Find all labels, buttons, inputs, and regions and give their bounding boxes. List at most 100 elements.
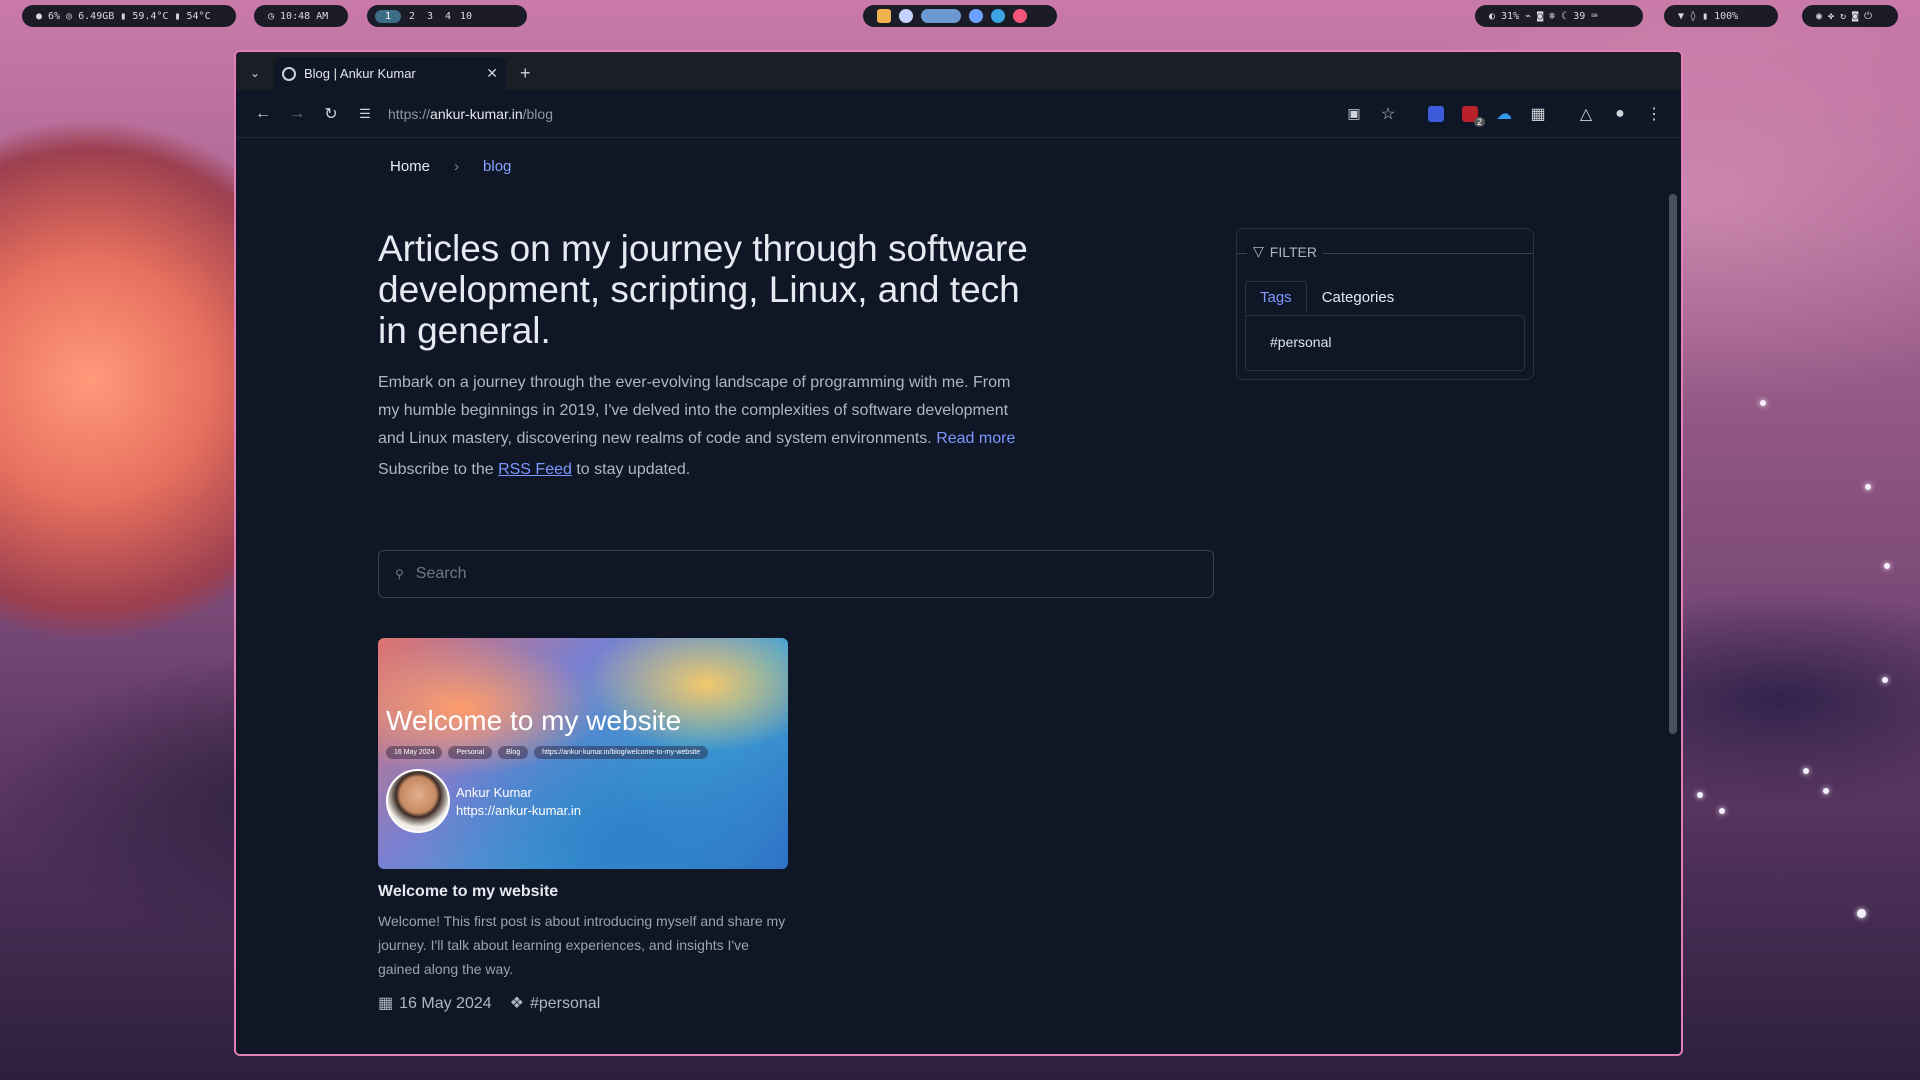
chevron-down-icon: ⌄ (249, 66, 261, 80)
workspace-4[interactable]: 4 (441, 11, 455, 22)
tab-search-button[interactable]: ⌄ (244, 58, 266, 88)
star-icon: ☆ (1380, 105, 1396, 123)
workspace-2[interactable]: 2 (405, 11, 419, 22)
wallpaper-star (1719, 808, 1725, 814)
subscribe-prefix: Subscribe to the (378, 461, 494, 478)
app-tray (863, 5, 1057, 27)
install-icon: ▣ (1347, 105, 1361, 121)
browser-tab-active[interactable]: Blog | Ankur Kumar ✕ (274, 57, 506, 90)
kebab-menu-icon: ⋮ (1646, 105, 1662, 123)
rss-feed-link[interactable]: RSS Feed (498, 461, 572, 478)
extensions-button[interactable]: ▦ (1521, 97, 1555, 131)
post-thumbnail[interactable]: Welcome to my website 16 May 2024 Person… (378, 638, 788, 869)
breadcrumb-home-link[interactable]: Home (390, 158, 430, 175)
chromium-icon[interactable] (969, 9, 983, 23)
extension-cloud[interactable]: ☁ (1487, 97, 1521, 131)
browser-window: ⌄ Blog | Ankur Kumar ✕ + ← → ↻ ☰ https:/… (234, 50, 1683, 1056)
new-tab-button[interactable]: + (520, 63, 531, 84)
power-controls[interactable]: ◉ ✤ ↻ ◙ ⏻ (1816, 11, 1872, 22)
workspace-10[interactable]: 10 (459, 11, 473, 22)
post-date: 16 May 2024 (399, 995, 492, 1012)
app-pink-icon[interactable] (1013, 9, 1027, 23)
thumbnail-author: Ankur Kumar https://ankur-kumar.in (456, 784, 581, 820)
arrow-right-icon: → (289, 104, 305, 122)
workspace-1[interactable]: 1 (375, 9, 402, 23)
wallpaper-star (1865, 484, 1871, 490)
subscribe-suffix: to stay updated. (576, 461, 691, 478)
author-name: Ankur Kumar (456, 785, 532, 800)
wallpaper-star (1857, 909, 1866, 918)
address-bar[interactable]: https://ankur-kumar.in/blog (388, 106, 1337, 122)
reload-button[interactable]: ↻ (314, 97, 348, 131)
search-icon: ⚲ (395, 567, 404, 581)
wallpaper-star (1760, 400, 1766, 406)
plus-icon: + (520, 63, 531, 83)
tab-tags[interactable]: Tags (1245, 281, 1307, 314)
status-indicators[interactable]: ◐ 31% ⌁ ◙ ❄ ☾ 39 ⌨ (1489, 11, 1597, 22)
post-meta: ▦ 16 May 2024 ❖ #personal (378, 993, 788, 1013)
scrollbar-thumb[interactable] (1669, 194, 1677, 734)
page-title: Articles on my journey through software … (378, 228, 1028, 351)
network-battery-tray: ▼ ◊ ▮ 100% (1664, 5, 1778, 27)
battery-status[interactable]: ▼ ◊ ▮ 100% (1678, 11, 1738, 22)
puzzle-icon: ▦ (1530, 105, 1546, 123)
browser-icon[interactable] (899, 9, 913, 23)
tab-categories[interactable]: Categories (1307, 281, 1410, 314)
workspace-3[interactable]: 3 (423, 11, 437, 22)
reload-icon: ↻ (324, 105, 338, 123)
search-input[interactable]: ⚲ Search (378, 550, 1214, 598)
hero-section: Articles on my journey through software … (378, 228, 1058, 479)
post-title[interactable]: Welcome to my website (378, 883, 788, 901)
menu-button[interactable]: ⋮ (1637, 97, 1671, 131)
back-button[interactable]: ← (246, 97, 280, 131)
wallpaper-star (1884, 563, 1890, 569)
thumbnail-chip: Blog (498, 746, 529, 759)
forward-button[interactable]: → (280, 97, 314, 131)
workspace-switcher: 1 2 3 4 10 (367, 5, 527, 27)
tag-personal[interactable]: #personal (1270, 334, 1332, 350)
close-icon[interactable]: ✕ (486, 65, 498, 82)
vscode-icon[interactable] (991, 9, 1005, 23)
avatar (386, 769, 450, 833)
extension-ublock[interactable]: 2 (1453, 97, 1487, 131)
shield-icon (1428, 105, 1444, 122)
tune-icon: ☰ (359, 105, 371, 121)
tab-strip: ⌄ Blog | Ankur Kumar ✕ + (236, 52, 1681, 90)
post-date-item: ▦ 16 May 2024 (378, 993, 492, 1013)
url-host: ankur-kumar.in (430, 105, 523, 122)
app-icon[interactable] (877, 9, 891, 23)
profile-button[interactable]: ● (1603, 97, 1637, 131)
thumbnail-chip: 16 May 2024 (386, 746, 443, 759)
url-path: /blog (522, 105, 553, 122)
filter-legend: ▽ FILTER (1247, 243, 1323, 260)
clock: ◷ 10:48 AM (268, 10, 329, 22)
cloud-icon: ☁ (1496, 105, 1512, 123)
thumbnail-title: Welcome to my website (386, 705, 682, 736)
post-tag-item[interactable]: ❖ #personal (510, 993, 601, 1013)
labs-button[interactable]: △ (1569, 97, 1603, 131)
chevron-right-icon: › (454, 158, 460, 175)
wallpaper-star (1823, 788, 1829, 794)
clock-widget[interactable]: ◷ 10:48 AM (254, 5, 348, 27)
extension-bitwarden[interactable] (1419, 97, 1453, 131)
tag-icon: ❖ (509, 995, 524, 1012)
read-more-link[interactable]: Read more (936, 430, 1015, 447)
intro-paragraph: Embark on a journey through the ever-evo… (378, 369, 1018, 453)
browser-toolbar: ← → ↻ ☰ https://ankur-kumar.in/blog ▣ ☆ … (236, 90, 1681, 138)
post-card[interactable]: Welcome to my website 16 May 2024 Person… (378, 638, 788, 1013)
filter-panel: ▽ FILTER Tags Categories #personal (1236, 228, 1534, 380)
wallpaper-star (1803, 768, 1809, 774)
wallpaper-star (1882, 677, 1888, 683)
bookmark-button[interactable]: ☆ (1371, 97, 1405, 131)
chrome-icon[interactable] (921, 9, 961, 23)
blog-page: Home › blog Articles on my journey throu… (236, 138, 1681, 1054)
person-icon: ● (1615, 104, 1625, 122)
site-info-button[interactable]: ☰ (348, 97, 382, 131)
author-site: https://ankur-kumar.in (456, 803, 581, 818)
extension-badge: 2 (1473, 116, 1485, 127)
thumbnail-chips: 16 May 2024 Personal Blog https://ankur-… (386, 746, 709, 759)
wallpaper-star (1697, 792, 1703, 798)
post-tag: #personal (529, 995, 601, 1012)
install-app-button[interactable]: ▣ (1337, 97, 1371, 131)
subscribe-line: Subscribe to the RSS Feed to stay update… (378, 461, 1058, 479)
